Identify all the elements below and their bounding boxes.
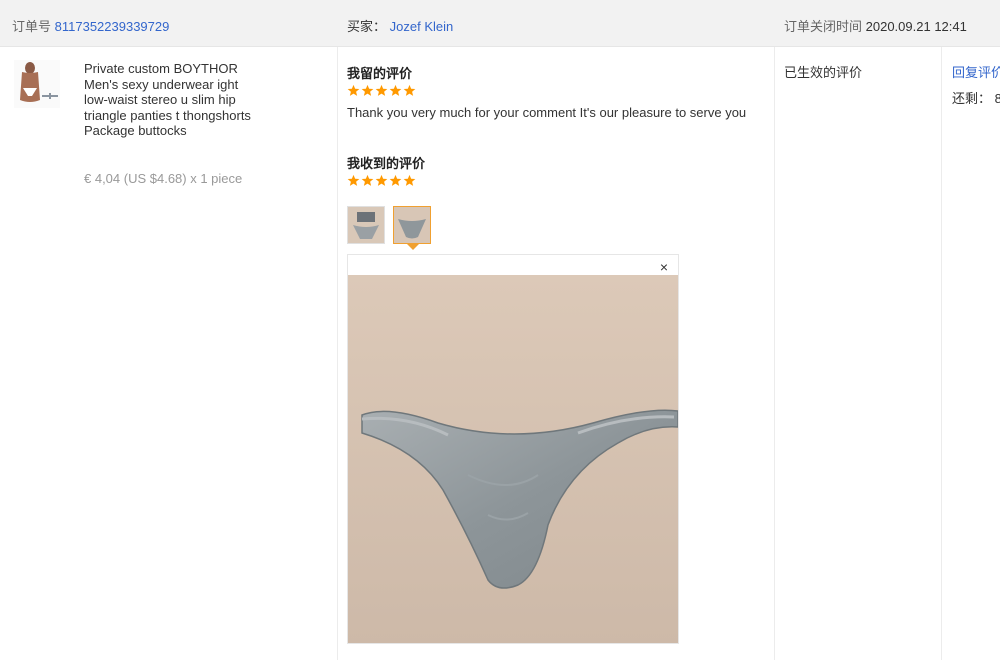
star-icon — [347, 174, 360, 186]
star-icon — [347, 84, 360, 96]
star-icon — [361, 174, 374, 186]
close-icon[interactable]: × — [660, 259, 668, 275]
star-icon — [375, 174, 388, 186]
selected-indicator — [407, 244, 419, 250]
close-time-group: 订单关闭时间 2020.09.21 12:41 — [784, 16, 967, 35]
order-header: 订单号 8117352239339729 买家： Jozef Klein 订单关… — [0, 0, 1000, 47]
star-icon — [403, 174, 416, 186]
star-icon — [361, 84, 374, 96]
buyer-label: 买家： — [347, 19, 387, 34]
my-review-comment: Thank you very much for your comment It'… — [347, 105, 747, 120]
product-price: € 4,04 (US $4.68) x 1 piece — [84, 171, 243, 186]
received-review-title: 我收到的评价 — [347, 156, 426, 171]
column-divider — [337, 47, 338, 660]
photo-thumbnail-1[interactable] — [347, 206, 385, 244]
star-icon — [375, 84, 388, 96]
star-icon — [403, 84, 416, 96]
product-thumbnail-icon[interactable] — [14, 60, 60, 108]
my-review-title: 我留的评价 — [347, 66, 413, 81]
buyer-name-link[interactable]: Jozef Klein — [390, 19, 454, 34]
close-time-value: 2020.09.21 12:41 — [865, 19, 967, 34]
buyer-group: 买家： Jozef Klein — [347, 16, 453, 35]
remaining-count: 还剩： 8 — [952, 91, 1000, 106]
column-divider — [941, 47, 942, 660]
review-photo-large — [348, 275, 678, 643]
effective-review-status: 已生效的评价 — [784, 65, 863, 80]
product-name-link[interactable]: Private custom BOYTHOR Men's sexy underw… — [84, 61, 264, 139]
close-time-label: 订单关闭时间 — [784, 19, 863, 34]
column-divider — [774, 47, 775, 660]
star-icon — [389, 174, 402, 186]
received-review-stars — [347, 174, 416, 187]
order-number-link[interactable]: 8117352239339729 — [55, 19, 170, 34]
photo-viewer: × — [347, 254, 679, 644]
star-icon — [389, 84, 402, 96]
order-number-label: 订单号 — [12, 19, 52, 34]
photo-thumbnail-2[interactable] — [393, 206, 431, 244]
order-number-group: 订单号 8117352239339729 — [12, 16, 169, 35]
reply-review-link[interactable]: 回复评价 — [952, 62, 1000, 81]
my-review-stars — [347, 84, 416, 97]
